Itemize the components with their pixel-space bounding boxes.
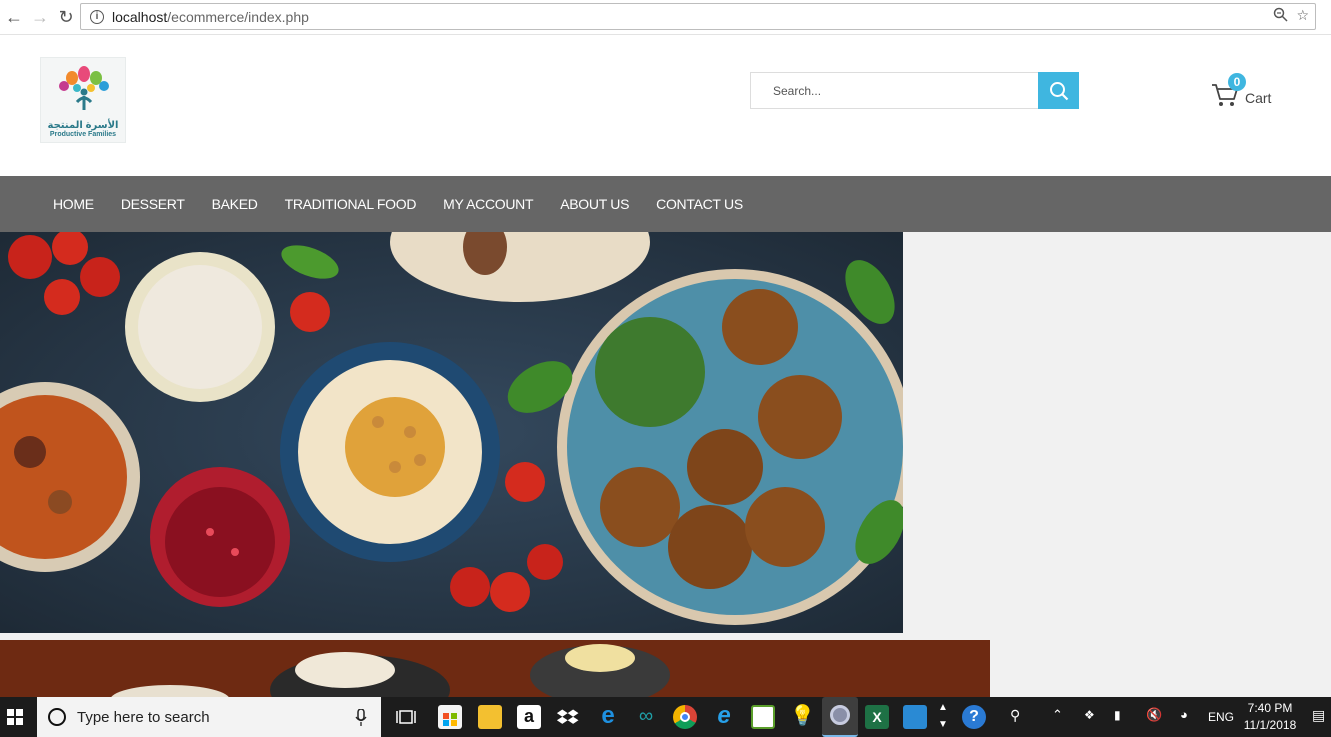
help-icon[interactable]: ? xyxy=(962,705,986,729)
language-indicator[interactable]: ENG xyxy=(1208,710,1234,724)
nav-home[interactable]: HOME xyxy=(53,196,94,212)
amazon-icon[interactable]: a xyxy=(517,705,541,729)
action-center-icon[interactable]: ▤ xyxy=(1312,707,1325,724)
windows-logo-icon xyxy=(7,709,23,725)
main-content xyxy=(0,232,1331,697)
cart-count-badge: 0 xyxy=(1228,73,1246,91)
secondary-food-banner[interactable] xyxy=(0,640,990,697)
logo-english-text: Productive Families xyxy=(49,131,117,138)
logo-arabic-text: الأسرة المنتجة xyxy=(47,120,119,131)
url-text[interactable]: localhost/ecommerce/index.php xyxy=(112,9,309,25)
chrome-active-icon[interactable] xyxy=(822,697,858,737)
photo-icon[interactable] xyxy=(751,705,775,729)
search-input[interactable] xyxy=(750,72,1038,109)
task-view-icon[interactable] xyxy=(394,705,418,729)
nav-contact-us[interactable]: CONTACT US xyxy=(656,196,743,212)
nav-dessert[interactable]: DESSERT xyxy=(121,196,185,212)
nav-about-us[interactable]: ABOUT US xyxy=(560,196,629,212)
site-header: الأسرة المنتجة Productive Families 0 Car… xyxy=(0,36,1331,176)
ie-icon[interactable]: e xyxy=(712,704,736,729)
start-button[interactable] xyxy=(0,697,30,737)
search-button[interactable] xyxy=(1038,72,1079,109)
cart-link[interactable]: 0 Cart xyxy=(1211,73,1281,116)
chrome-icon[interactable] xyxy=(673,705,697,729)
volume-muted-icon[interactable]: 🔇 xyxy=(1146,707,1162,723)
nav-my-account[interactable]: MY ACCOUNT xyxy=(443,196,533,212)
outlook-icon[interactable] xyxy=(903,705,927,729)
taskbar-scroll-arrows[interactable]: ▲ ▼ xyxy=(938,699,948,733)
taskbar-clock[interactable]: 7:40 PM 11/1/2018 xyxy=(1240,700,1300,734)
url-path: /ecommerce/index.php xyxy=(167,8,309,25)
search-icon xyxy=(1049,81,1068,100)
nav-traditional-food[interactable]: TRADITIONAL FOOD xyxy=(285,196,417,212)
dropbox-icon[interactable] xyxy=(556,705,580,729)
store-icon[interactable] xyxy=(438,705,462,729)
microphone-icon[interactable] xyxy=(355,709,367,727)
grill-food-image xyxy=(0,640,990,697)
reload-icon[interactable]: ↻ xyxy=(54,5,78,29)
taskbar-search-text: Type here to search xyxy=(77,708,210,726)
file-explorer-icon[interactable] xyxy=(478,705,502,729)
site-logo[interactable]: الأسرة المنتجة Productive Families xyxy=(40,57,126,143)
arduino-icon[interactable]: ∞ xyxy=(634,705,658,729)
tree-logo-icon xyxy=(59,66,109,110)
url-host: localhost xyxy=(112,8,168,25)
edge-icon[interactable]: e xyxy=(596,704,620,729)
taskbar-search-box[interactable]: Type here to search xyxy=(37,697,381,737)
battery-icon[interactable]: ▮ xyxy=(1114,708,1121,722)
search-form xyxy=(750,72,1079,109)
zoom-icon[interactable] xyxy=(1273,7,1288,25)
cart-label[interactable]: Cart xyxy=(1245,90,1271,106)
address-bar[interactable]: i localhost/ecommerce/index.php ☆ xyxy=(80,3,1316,30)
hero-food-banner[interactable] xyxy=(0,232,903,633)
cortana-icon xyxy=(48,708,66,726)
excel-icon[interactable]: X xyxy=(865,705,889,729)
people-icon[interactable]: ⚲ xyxy=(1010,707,1020,724)
dropbox-tray-icon[interactable]: ❖ xyxy=(1084,708,1095,722)
food-spread-image xyxy=(0,232,903,633)
bulb-icon[interactable]: 💡 xyxy=(790,705,815,729)
bookmark-star-icon[interactable]: ☆ xyxy=(1296,7,1309,25)
clock-time: 7:40 PM xyxy=(1247,701,1293,715)
clock-date: 11/1/2018 xyxy=(1243,718,1297,732)
wifi-icon[interactable]: ◕ xyxy=(1180,707,1188,722)
windows-taskbar: Type here to search a e ∞ e 💡 X ▲ ▼ ? ⚲ ⌃… xyxy=(0,697,1331,737)
nav-baked[interactable]: BAKED xyxy=(212,196,258,212)
show-hidden-icons-icon[interactable]: ⌃ xyxy=(1052,707,1063,723)
forward-icon[interactable]: → xyxy=(28,5,52,29)
browser-toolbar: ← → ↻ i localhost/ecommerce/index.php ☆ xyxy=(0,0,1331,35)
info-icon[interactable]: i xyxy=(90,9,104,24)
back-icon[interactable]: ← xyxy=(2,5,26,29)
main-nav: HOME DESSERT BAKED TRADITIONAL FOOD MY A… xyxy=(0,176,1331,232)
